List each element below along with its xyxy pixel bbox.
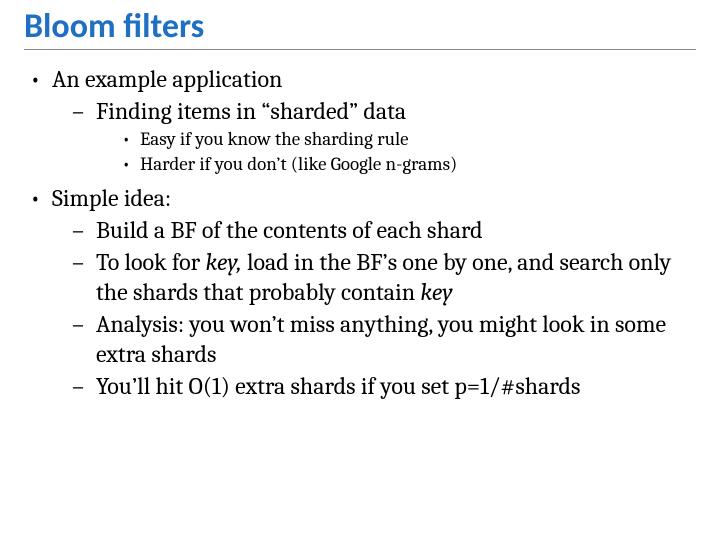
bullet-list: An example application Finding items in …	[24, 64, 696, 401]
bullet-l3: Easy if you know the sharding rule	[120, 128, 696, 152]
bullet-text: Harder if you don’t (like Google n-grams…	[140, 153, 457, 175]
bullet-text: To look for	[96, 248, 205, 276]
bullet-l2: Build a BF of the contents of each shard	[70, 215, 696, 245]
bullet-l2: Analysis: you won’t miss anything, you m…	[70, 309, 696, 369]
italic-key: key,	[205, 248, 241, 276]
title-rule	[24, 49, 696, 50]
bullet-text: Simple idea:	[52, 184, 171, 212]
bullet-text: Easy if you know the sharding rule	[140, 128, 409, 150]
bullet-sublist: Build a BF of the contents of each shard…	[70, 215, 696, 401]
bullet-l2: To look for key, load in the BF’s one by…	[70, 247, 696, 307]
bullet-l2: You’ll hit O(1) extra shards if you set …	[70, 371, 696, 401]
bullet-l3: Harder if you don’t (like Google n-grams…	[120, 153, 696, 177]
bullet-sublist: Finding items in “sharded” data Easy if …	[70, 96, 696, 177]
bullet-text: You’ll hit O(1) extra shards if you set …	[96, 372, 580, 400]
bullet-l1: An example application Finding items in …	[24, 64, 696, 177]
bullet-text: Analysis: you won’t miss anything, you m…	[96, 310, 666, 368]
slide: Bloom filters An example application Fin…	[0, 0, 720, 401]
bullet-sublist: Easy if you know the sharding rule Harde…	[120, 128, 696, 177]
slide-title: Bloom filters	[24, 8, 696, 45]
bullet-text: Finding items in “sharded” data	[96, 97, 406, 125]
bullet-text: An example application	[52, 65, 282, 93]
bullet-l1: Simple idea: Build a BF of the contents …	[24, 183, 696, 401]
italic-key: key	[420, 278, 452, 306]
bullet-l2: Finding items in “sharded” data Easy if …	[70, 96, 696, 177]
bullet-text: Build a BF of the contents of each shard	[96, 216, 483, 244]
